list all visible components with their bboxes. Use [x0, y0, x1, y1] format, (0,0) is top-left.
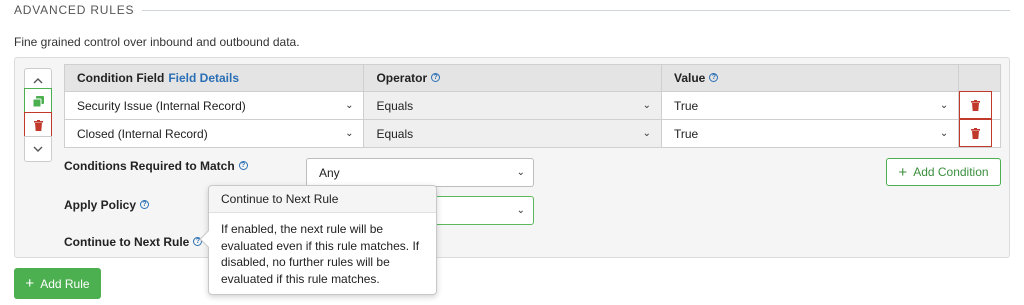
section-description: Fine grained control over inbound and ou…: [14, 35, 300, 49]
table-row: Security Issue (Internal Record) ⌄ Equal…: [63, 91, 1001, 120]
question-circle-icon[interactable]: ?: [431, 73, 441, 82]
field-details-link[interactable]: Field Details: [168, 71, 239, 85]
add-rule-button[interactable]: + Add Rule: [14, 268, 101, 299]
question-circle-icon[interactable]: ?: [238, 161, 248, 170]
operator-header: Operator?: [363, 64, 662, 92]
chevron-down-icon: ⌄: [345, 128, 354, 139]
add-condition-button[interactable]: + Add Condition: [886, 158, 1001, 186]
value-header: Value?: [660, 64, 960, 92]
delete-condition-button[interactable]: [959, 91, 993, 119]
operator-cell: Equals ⌄: [363, 91, 662, 120]
condition-field-header-label: Condition Field: [77, 71, 165, 85]
chevron-down-icon: ⌄: [516, 167, 525, 178]
delete-rule-button[interactable]: [24, 112, 52, 138]
value-select[interactable]: True ⌄: [662, 92, 958, 119]
conditions-required-value: Any: [319, 165, 340, 180]
condition-field-select[interactable]: Security Issue (Internal Record) ⌄: [65, 92, 363, 119]
copy-icon: [32, 95, 44, 107]
conditions-required-label: Conditions Required to Match?: [64, 159, 248, 173]
operator-value: Equals: [376, 98, 414, 113]
chevron-down-icon: ⌄: [516, 205, 525, 216]
value-select[interactable]: True ⌄: [662, 120, 958, 147]
section-title: ADVANCED RULES: [14, 3, 135, 17]
plus-icon: +: [25, 275, 35, 292]
operator-select[interactable]: Equals ⌄: [364, 120, 661, 147]
trash-icon: [33, 119, 43, 131]
conditions-required-select[interactable]: Any ⌄: [306, 158, 534, 187]
trash-icon: [971, 127, 981, 139]
value-cell: True ⌄: [660, 119, 960, 148]
rule-panel: Condition Field Field Details Operator? V…: [14, 57, 1010, 258]
section-header: ADVANCED RULES: [14, 2, 1010, 18]
add-rule-label: Add Rule: [40, 276, 90, 291]
tooltip-title: Continue to Next Rule: [209, 186, 436, 213]
plus-icon: +: [898, 163, 908, 181]
chevron-up-icon: [33, 78, 43, 84]
condition-field-header: Condition Field Field Details: [63, 64, 365, 92]
operator-cell: Equals ⌄: [363, 119, 662, 148]
value-value: True: [674, 98, 699, 113]
condition-field-cell: Closed (Internal Record) ⌄: [63, 119, 365, 148]
value-value: True: [674, 126, 699, 141]
table-header-row: Condition Field Field Details Operator? V…: [63, 64, 1001, 92]
move-rule-down-button[interactable]: [24, 136, 52, 162]
question-circle-icon[interactable]: ?: [709, 73, 719, 82]
operator-header-label: Operator: [376, 71, 428, 85]
condition-field-value: Security Issue (Internal Record): [77, 98, 246, 113]
operator-value: Equals: [376, 126, 414, 141]
chevron-down-icon: ⌄: [642, 100, 651, 111]
tooltip-body: If enabled, the next rule will be evalua…: [221, 222, 420, 286]
section-divider: [142, 9, 1010, 11]
add-condition-label: Add Condition: [913, 165, 989, 179]
actions-cell: [958, 119, 1001, 148]
condition-field-select[interactable]: Closed (Internal Record) ⌄: [65, 120, 363, 147]
actions-header: [958, 64, 1001, 92]
condition-field-value: Closed (Internal Record): [77, 126, 208, 141]
chevron-down-icon: ⌄: [939, 128, 949, 139]
apply-policy-label: Apply Policy?: [64, 198, 150, 212]
value-header-label: Value: [674, 71, 706, 85]
table-row: Closed (Internal Record) ⌄ Equals ⌄ True…: [63, 119, 1001, 148]
chevron-down-icon: ⌄: [642, 128, 651, 139]
condition-field-cell: Security Issue (Internal Record) ⌄: [63, 91, 365, 120]
conditions-required-label-text: Conditions Required to Match: [64, 159, 235, 173]
operator-select[interactable]: Equals ⌄: [364, 92, 661, 119]
chevron-down-icon: ⌄: [345, 100, 354, 111]
apply-policy-label-text: Apply Policy: [64, 198, 137, 212]
copy-rule-button[interactable]: [24, 88, 52, 114]
chevron-down-icon: [33, 146, 43, 152]
value-cell: True ⌄: [660, 91, 960, 120]
help-tooltip: Continue to Next Rule If enabled, the ne…: [199, 185, 437, 295]
actions-cell: [958, 91, 1001, 120]
question-circle-icon[interactable]: ?: [140, 200, 150, 209]
continue-next-rule-label: Continue to Next Rule?: [64, 235, 203, 249]
trash-icon: [971, 99, 981, 111]
conditions-table: Condition Field Field Details Operator? V…: [63, 64, 1001, 148]
chevron-down-icon: ⌄: [939, 100, 949, 111]
delete-condition-button[interactable]: [959, 119, 993, 147]
continue-next-rule-label-text: Continue to Next Rule: [64, 235, 190, 249]
